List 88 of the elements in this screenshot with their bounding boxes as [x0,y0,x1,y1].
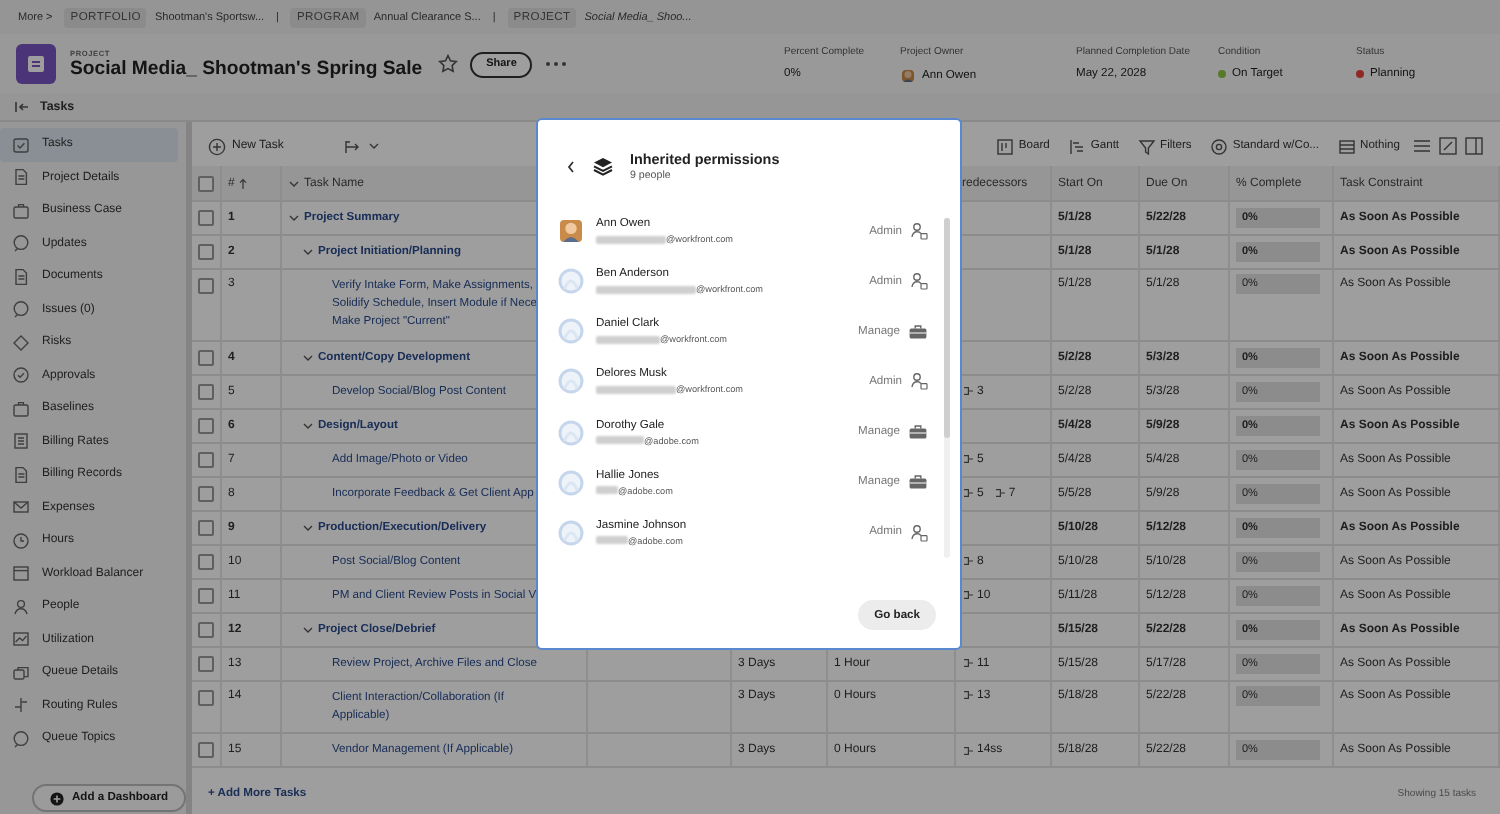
user-badge-icon [910,523,928,542]
person-icon [12,597,30,616]
checkbox[interactable] [198,175,214,191]
chevron-down-icon[interactable] [302,246,314,258]
user-badge-icon [910,272,928,291]
back-icon[interactable] [566,159,576,173]
briefcase-icon [12,399,30,418]
chevron-down-icon[interactable] [302,521,314,534]
chart-icon [12,630,30,649]
link-icon [962,556,974,567]
redacted-text [596,385,676,394]
link-icon [962,454,974,465]
diamond-icon [12,333,30,352]
redacted-text [596,235,666,244]
checkbox[interactable] [198,621,214,638]
link-icon [962,745,974,756]
link-icon [962,690,974,701]
speech-bubble-icon [12,300,30,319]
checkbox[interactable] [198,655,214,672]
checkbox[interactable] [198,349,214,366]
circle-icon [1209,137,1228,155]
plus-icon [50,791,64,805]
checkbox[interactable] [198,383,214,400]
redacted-text [596,285,696,294]
side-panel-icon[interactable] [1464,136,1484,156]
envelope-icon [12,498,30,517]
checkbox[interactable] [198,485,214,502]
briefcase-icon [908,474,928,491]
more-icon[interactable] [544,60,569,68]
user-badge-icon [910,372,928,391]
chevron-down-icon[interactable] [288,212,300,224]
briefcase-icon [908,323,928,340]
checkbox[interactable] [198,210,214,226]
redacted-text [596,436,644,445]
signpost-icon [12,696,30,715]
checkbox[interactable] [198,553,214,570]
redacted-text [596,335,660,344]
link-icon [962,488,974,499]
menu-icon[interactable] [1412,138,1432,154]
checkbox[interactable] [198,587,214,604]
chevron-down-icon[interactable] [302,351,314,364]
document-icon [12,465,30,484]
chevron-down-icon[interactable] [367,140,380,152]
user-badge-icon [910,222,928,241]
filter-icon [1137,137,1156,155]
link-icon [993,488,1006,499]
briefcase-icon [908,424,928,441]
checkbox[interactable] [198,519,214,536]
checklist-icon [12,135,30,154]
checkbox[interactable] [198,417,214,434]
briefcase-icon [12,201,30,220]
scrollbar-thumb[interactable] [944,218,950,438]
document-icon [12,267,30,286]
collapse-icon[interactable] [14,100,30,114]
board-icon [995,137,1014,155]
redacted-text [596,536,628,545]
chevron-down-icon[interactable] [302,419,314,432]
project-title: Social Media_ Shootman's Spring Sale [70,57,423,79]
speech-bubble-icon [12,729,30,748]
list-icon [12,432,30,451]
calendar-icon [12,564,30,583]
link-icon [962,386,974,397]
clock-icon [12,531,30,550]
checkbox[interactable] [198,689,214,706]
plus-icon [208,137,226,155]
check-circle-icon [12,366,30,385]
checkbox[interactable] [198,244,214,260]
document-icon [12,168,30,187]
chevron-down-icon[interactable] [288,177,300,189]
redacted-text [596,486,618,495]
chevron-down-icon[interactable] [302,623,314,636]
checkbox[interactable] [198,278,214,294]
link-icon [962,590,974,601]
gantt-icon [1067,137,1086,155]
checkbox[interactable] [198,451,214,468]
star-icon[interactable] [438,54,459,74]
stacked-cards-icon [12,663,30,682]
checkbox[interactable] [198,742,214,759]
indent-icon [343,139,362,153]
sort-icon[interactable] [238,177,249,189]
link-icon [962,658,974,669]
layers-icon [592,156,614,176]
document-icon [26,54,46,74]
indent-dropdown[interactable] [343,139,380,153]
expand-icon[interactable] [1438,136,1458,156]
avatar-icon [900,67,916,83]
grouping-icon [1337,137,1356,155]
speech-bubble-icon [12,234,30,253]
